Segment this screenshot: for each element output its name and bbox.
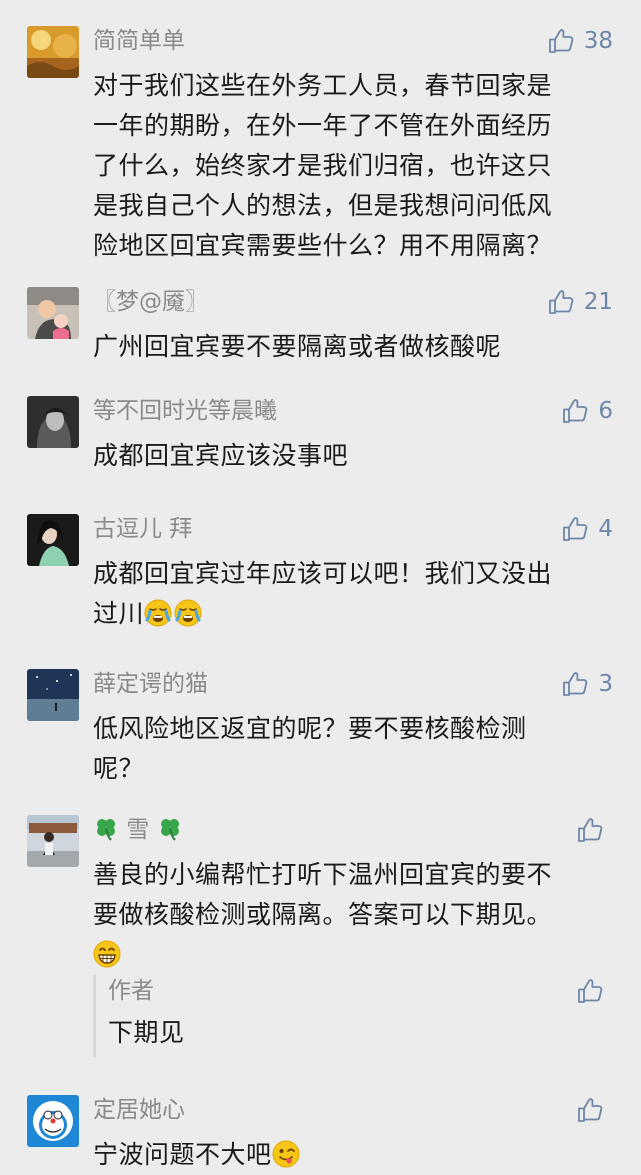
username[interactable]: 雪 (93, 815, 183, 845)
comment-text: 广州回宜宾要不要隔离或者做核酸呢 (93, 327, 613, 367)
avatar[interactable] (27, 669, 79, 721)
like-count: 38 (583, 28, 613, 54)
comment-line-with-emoji: 过川 (93, 594, 613, 634)
comment-line: 对于我们这些在外务工人员，春节回家是 (93, 71, 553, 100)
crying-emoji-icon (144, 599, 172, 627)
comment-text: 善良的小编帮忙打听下温州回宜宾的要不 要做核酸检测或隔离。答案可以下期见。 (93, 855, 613, 975)
crying-emoji-icon (174, 599, 202, 627)
thumbs-up-icon (576, 977, 604, 1005)
like-button[interactable]: 21 (547, 287, 613, 317)
avatar[interactable] (27, 815, 79, 867)
like-button[interactable]: 3 (561, 669, 613, 699)
thumbs-up-icon (561, 670, 589, 698)
like-count: 6 (598, 398, 613, 424)
like-count: 4 (598, 516, 613, 542)
username-text: 雪 (126, 817, 150, 843)
comment-line: 善良的小编帮忙打听下温州回宜宾的要不 (93, 860, 553, 889)
comment-line: 过川 (93, 599, 145, 628)
avatar[interactable] (27, 514, 79, 566)
author-reply: 作者 下期见 (93, 975, 616, 1057)
avatar[interactable] (27, 396, 79, 448)
like-button[interactable] (576, 815, 613, 845)
comment-line: 成都回宜宾过年应该可以吧！我们又没出 (93, 559, 553, 588)
like-count: 3 (598, 671, 613, 697)
like-button[interactable] (576, 1095, 613, 1125)
comment-line-with-emoji: 宁波问题不大吧 (93, 1135, 613, 1175)
comment-text: 低风险地区返宜的呢？要不要核酸检测 呢？ (93, 709, 613, 789)
like-button[interactable]: 4 (561, 514, 613, 544)
username[interactable]: 等不回时光等晨曦 (93, 396, 277, 426)
emoji-line (93, 935, 613, 975)
avatar[interactable] (27, 1095, 79, 1147)
username[interactable]: 古逗儿 拜 (93, 514, 192, 544)
comment-text: 成都回宜宾过年应该可以吧！我们又没出 过川 (93, 554, 613, 634)
thumbs-up-icon (547, 288, 575, 316)
username[interactable]: 薛定谔的猫 (93, 669, 208, 699)
reply-text: 下期见 (108, 1013, 628, 1053)
like-count: 21 (583, 289, 613, 315)
like-button[interactable]: 38 (547, 26, 613, 56)
comment-line: 呢？ (93, 754, 145, 783)
comment-line: 一年的期盼，在外一年了不管在外面经历 (93, 111, 553, 140)
like-button[interactable]: 6 (561, 396, 613, 426)
clover-icon (157, 816, 183, 842)
comment-text: 宁波问题不大吧 (93, 1135, 613, 1175)
comment-line: 是我自己个人的想法，但是我想问问低风 (93, 191, 553, 220)
comment-line: 成都回宜宾应该没事吧 (93, 441, 349, 470)
comment-line: 宁波问题不大吧 (93, 1140, 272, 1169)
username[interactable]: 定居她心 (93, 1095, 185, 1125)
reply-line: 下期见 (108, 1018, 185, 1047)
avatar[interactable] (27, 26, 79, 78)
comment-line: 广州回宜宾要不要隔离或者做核酸呢 (93, 332, 502, 361)
comment-line: 险地区回宜宾需要些什么？用不用隔离？ (93, 231, 553, 260)
thumbs-up-icon (576, 816, 604, 844)
username[interactable]: 〖梦@魇〗 (93, 287, 208, 317)
comment-line: 了什么，始终家才是我们归宿，也许这只 (93, 151, 553, 180)
thumbs-up-icon (561, 397, 589, 425)
thumbs-up-icon (576, 1096, 604, 1124)
grinning-emoji-icon (93, 940, 121, 968)
comment-line: 低风险地区返宜的呢？要不要核酸检测 (93, 714, 527, 743)
author-label: 作者 (108, 978, 154, 1004)
username[interactable]: 简简单单 (93, 26, 185, 56)
winking-tongue-emoji-icon (272, 1140, 300, 1168)
comment-line: 要做核酸检测或隔离。答案可以下期见。 (93, 900, 553, 929)
comment-text: 对于我们这些在外务工人员，春节回家是 一年的期盼，在外一年了不管在外面经历 了什… (93, 66, 613, 266)
comment-text: 成都回宜宾应该没事吧 (93, 436, 613, 476)
reply-like-button[interactable] (576, 976, 613, 1006)
avatar[interactable] (27, 287, 79, 339)
thumbs-up-icon (547, 27, 575, 55)
thumbs-up-icon (561, 515, 589, 543)
clover-icon (93, 816, 119, 842)
